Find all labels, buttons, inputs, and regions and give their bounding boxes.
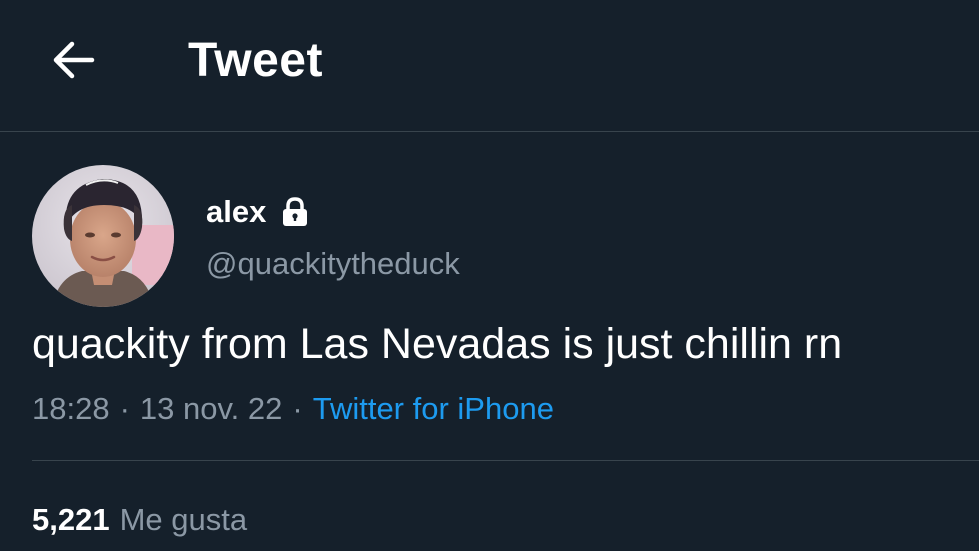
tweet-time[interactable]: 18:28 [32, 391, 110, 426]
arrow-left-icon [53, 41, 95, 79]
likes-count: 5,221 [32, 502, 110, 537]
divider [32, 460, 979, 461]
meta-separator: · [292, 391, 303, 426]
author-display-name[interactable]: alex [206, 192, 266, 232]
tweet-date[interactable]: 13 nov. 22 [140, 391, 282, 426]
tweet-text: quackity from Las Nevadas is just chilli… [32, 320, 843, 368]
user-avatar-image [32, 165, 174, 307]
tweet-source-link[interactable]: Twitter for iPhone [313, 391, 554, 426]
header-bar: Tweet [0, 0, 979, 132]
tweet-meta: 18:28 · 13 nov. 22 · Twitter for iPhone [32, 389, 554, 429]
tweet-detail-page: Tweet alex @quackitytheduck quackity fro… [0, 0, 979, 551]
back-button[interactable] [40, 30, 106, 90]
likes-stat[interactable]: 5,221 Me gusta [32, 500, 247, 540]
lock-icon [280, 196, 310, 228]
likes-label: Me gusta [119, 502, 248, 537]
avatar[interactable] [32, 165, 174, 307]
page-title: Tweet [188, 34, 323, 87]
author-handle[interactable]: @quackitytheduck [206, 244, 460, 284]
meta-separator: · [119, 391, 130, 426]
author-name-row: alex [206, 192, 310, 232]
